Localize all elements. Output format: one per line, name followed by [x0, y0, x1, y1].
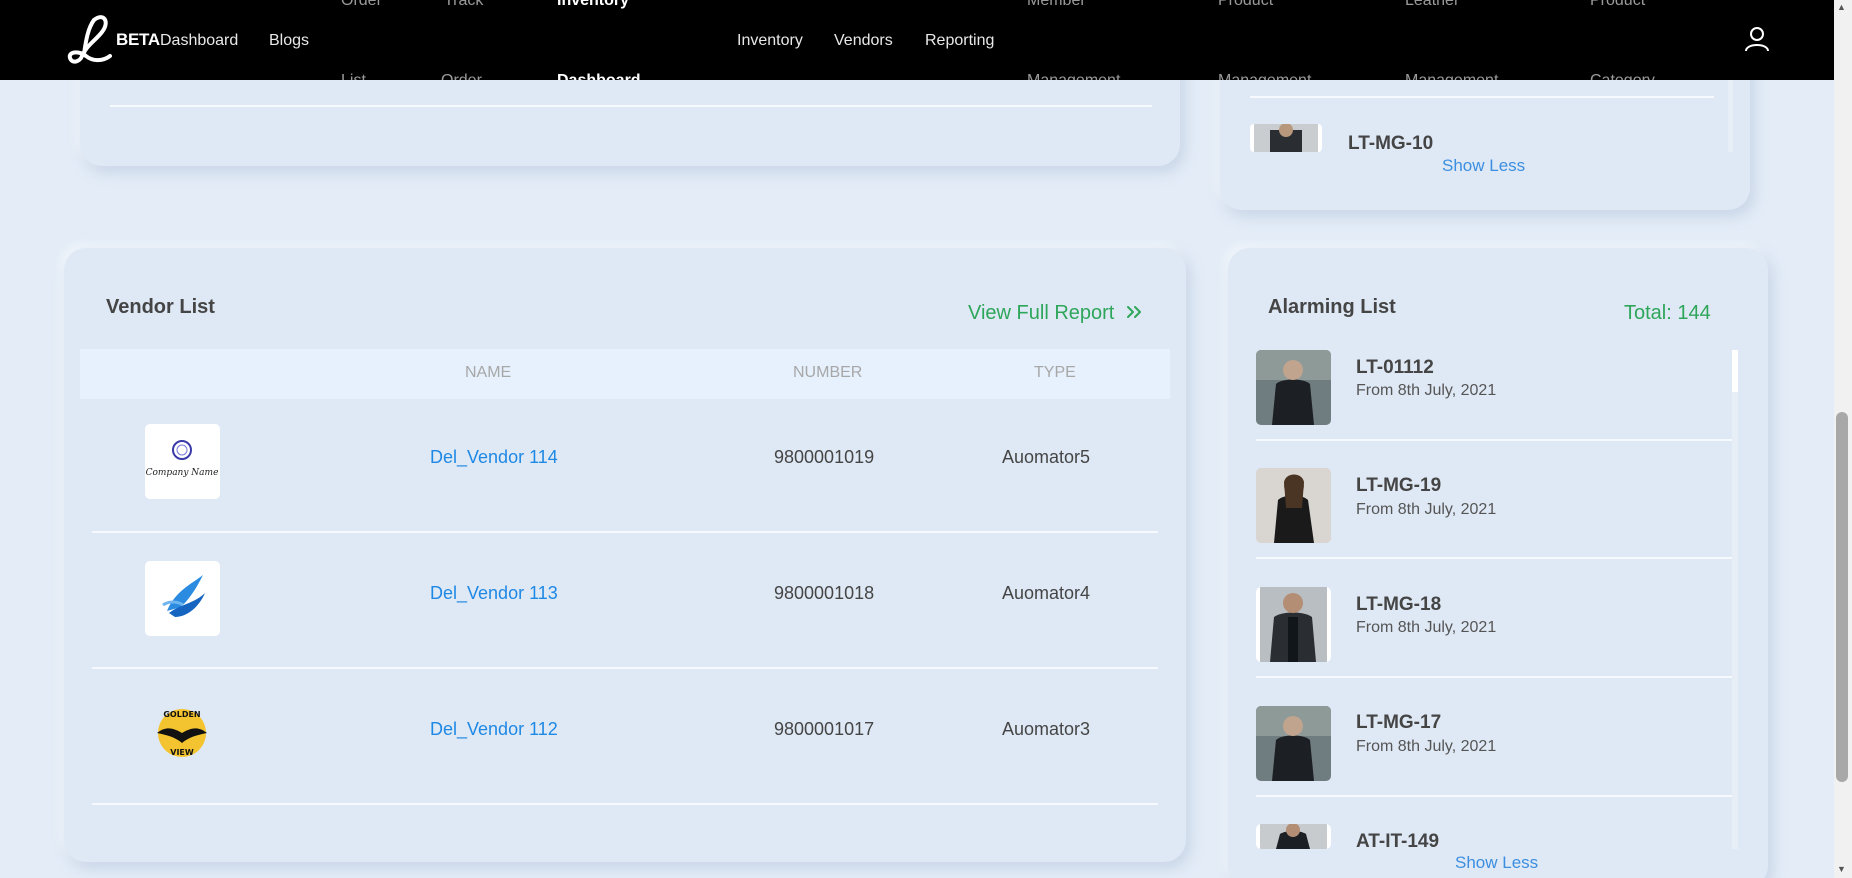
- nav-track-order-bottom[interactable]: Order: [441, 72, 482, 80]
- alarming-total-count: Total: 144: [1624, 302, 1711, 324]
- page-scrollbar-thumb[interactable]: [1836, 412, 1848, 782]
- alarm-item-code: LT-MG-18: [1356, 594, 1442, 615]
- brand-logo-icon[interactable]: [64, 14, 114, 68]
- nav-reporting[interactable]: Reporting: [925, 32, 994, 50]
- top-navbar: BETA Dashboard Blogs Order List Track Or…: [0, 0, 1834, 80]
- nav-inventory-dashboard-top[interactable]: Inventory: [557, 0, 629, 10]
- nav-product-management-bottom[interactable]: Management: [1218, 72, 1311, 80]
- double-chevron-right-icon[interactable]: [1124, 302, 1144, 322]
- nav-product-management-top[interactable]: Product: [1218, 0, 1273, 10]
- product-thumbnail[interactable]: [1256, 468, 1331, 543]
- vendor-type: Auomator4: [1002, 583, 1091, 603]
- user-profile-icon[interactable]: [1744, 26, 1770, 52]
- nav-member-management-top[interactable]: Member: [1027, 0, 1086, 10]
- beta-badge: BETA: [116, 30, 160, 49]
- vendor-list-card: [64, 248, 1186, 862]
- alarming-list-scroll-thumb[interactable]: [1732, 350, 1738, 392]
- nav-leather-management-bottom[interactable]: Management: [1405, 72, 1498, 80]
- alarm-item-date: From 8th July, 2021: [1356, 501, 1497, 518]
- alarm-item-date: From 8th July, 2021: [1356, 738, 1497, 755]
- row-divider: [110, 105, 1152, 107]
- alarm-item-date: From 8th July, 2021: [1356, 619, 1497, 636]
- vendor-name-link[interactable]: Del_Vendor 112: [430, 719, 558, 740]
- vendor-type: Auomator3: [1002, 719, 1091, 739]
- golden-view-logo-icon: GOLDEN VIEW: [145, 697, 220, 772]
- vendor-list-title: Vendor List: [106, 296, 215, 318]
- nav-blogs[interactable]: Blogs: [269, 32, 309, 50]
- row-divider: [92, 803, 1158, 805]
- vendor-number: 9800001017: [774, 719, 875, 739]
- company-name-logo-icon: Company Name: [145, 424, 220, 499]
- vendor-table-header: NAME NUMBER TYPE: [80, 349, 1170, 399]
- product-thumbnail[interactable]: [1256, 706, 1331, 781]
- scroll-up-arrow-icon[interactable]: ▲: [1837, 2, 1846, 12]
- alarming-list-scrollbar[interactable]: [1732, 350, 1738, 850]
- blue-wing-logo-icon: [145, 561, 220, 636]
- alarm-item-code: LT-MG-17: [1356, 712, 1442, 733]
- product-code: LT-MG-10: [1348, 133, 1434, 154]
- row-divider: [92, 667, 1158, 669]
- alarming-list-title: Alarming List: [1268, 296, 1396, 318]
- nav-track-order-top[interactable]: Track: [444, 0, 483, 10]
- nav-product-category-bottom[interactable]: Category: [1590, 72, 1655, 80]
- nav-order-list-top[interactable]: Order: [341, 0, 382, 10]
- row-divider: [92, 531, 1158, 533]
- vendor-name-link[interactable]: Del_Vendor 114: [430, 447, 558, 468]
- alarming-list-card: [1228, 248, 1768, 878]
- view-full-report-link[interactable]: View Full Report: [968, 302, 1114, 325]
- nav-dashboard[interactable]: Dashboard: [160, 32, 238, 50]
- nav-inventory[interactable]: Inventory: [737, 32, 803, 50]
- product-thumbnail[interactable]: [1256, 350, 1331, 425]
- vendor-type: Auomator5: [1002, 447, 1091, 467]
- scroll-down-arrow-icon[interactable]: ▼: [1837, 864, 1846, 874]
- show-less-link[interactable]: Show Less: [1455, 853, 1538, 873]
- logo-text: GOLDEN: [163, 710, 200, 719]
- row-divider: [1250, 96, 1714, 98]
- vendor-number: 9800001019: [774, 447, 875, 467]
- column-header-number[interactable]: NUMBER: [793, 364, 862, 382]
- show-less-link[interactable]: Show Less: [1442, 156, 1525, 176]
- product-thumbnail[interactable]: [1256, 587, 1331, 662]
- product-thumbnail[interactable]: [1250, 124, 1322, 152]
- row-divider: [1256, 676, 1732, 678]
- row-divider: [1256, 439, 1732, 441]
- nav-product-category-top[interactable]: Product: [1590, 0, 1645, 10]
- row-divider: [1256, 795, 1732, 797]
- vendor-name-link[interactable]: Del_Vendor 113: [430, 583, 558, 604]
- row-divider: [1256, 557, 1732, 559]
- nav-inventory-dashboard-bottom[interactable]: Dashboard: [557, 72, 641, 80]
- column-header-name[interactable]: NAME: [465, 364, 511, 382]
- nav-order-list-bottom[interactable]: List: [341, 72, 366, 80]
- nav-leather-management-top[interactable]: Leather: [1405, 0, 1459, 10]
- column-header-type[interactable]: TYPE: [1034, 364, 1076, 382]
- logo-text: Company Name: [146, 468, 219, 478]
- product-thumbnail[interactable]: [1256, 824, 1331, 849]
- alarm-item-code: LT-MG-19: [1356, 475, 1442, 496]
- list-scrollbar[interactable]: [1728, 80, 1733, 152]
- logo-text: VIEW: [170, 748, 194, 757]
- nav-vendors[interactable]: Vendors: [834, 32, 893, 50]
- alarm-item-code: LT-01112: [1356, 357, 1434, 378]
- nav-member-management-bottom[interactable]: Management: [1027, 72, 1120, 80]
- alarm-item-date: From 8th July, 2021: [1356, 382, 1497, 399]
- vendor-number: 9800001018: [774, 583, 875, 603]
